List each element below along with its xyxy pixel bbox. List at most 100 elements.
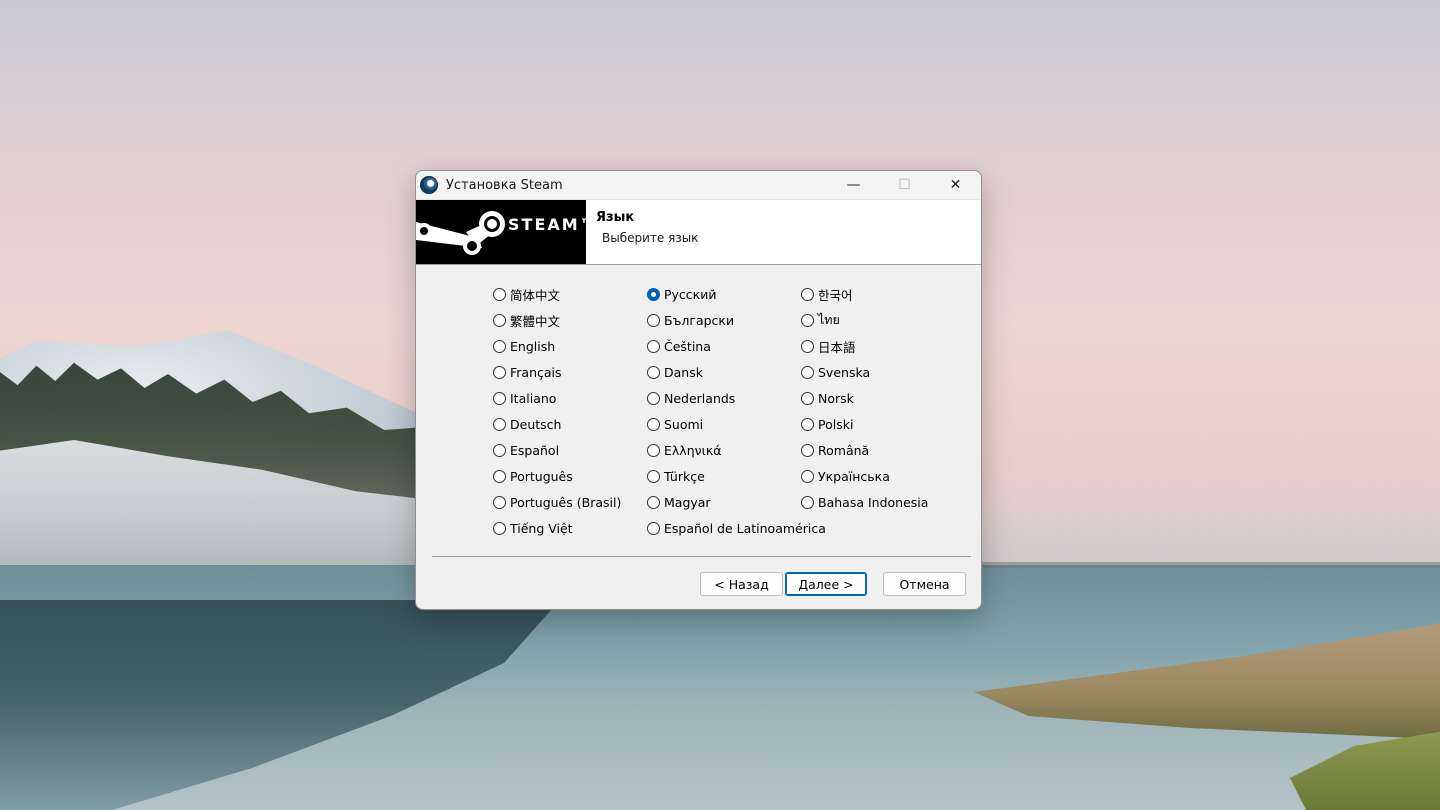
language-option[interactable]: Magyar bbox=[647, 489, 801, 515]
language-option[interactable]: Español de Latinoamérica bbox=[647, 515, 826, 541]
language-option[interactable]: Italiano bbox=[493, 385, 647, 411]
language-label: Українська bbox=[818, 468, 890, 484]
language-label: Suomi bbox=[664, 416, 704, 432]
radio-button[interactable] bbox=[647, 417, 660, 431]
radio-button[interactable] bbox=[493, 365, 506, 379]
logo-wordmark: STEAM™ bbox=[508, 215, 598, 234]
radio-button[interactable] bbox=[801, 365, 814, 379]
radio-button[interactable] bbox=[647, 391, 660, 405]
language-option[interactable]: 日本語 bbox=[801, 333, 953, 359]
steam-setup-window: Установка Steam — ☐ ✕ STEAM™ Язык Выбери… bbox=[415, 170, 982, 610]
radio-button[interactable] bbox=[801, 443, 814, 457]
language-label: Norsk bbox=[818, 390, 854, 406]
language-label: Dansk bbox=[664, 364, 703, 380]
language-option[interactable]: Українська bbox=[801, 463, 953, 489]
language-option[interactable]: Tiếng Việt bbox=[493, 515, 647, 541]
language-label: Русский bbox=[664, 286, 717, 302]
language-option[interactable]: Português (Brasil) bbox=[493, 489, 647, 515]
radio-button[interactable] bbox=[493, 469, 506, 483]
cancel-button[interactable]: Отмена bbox=[883, 572, 966, 596]
radio-button[interactable] bbox=[493, 313, 506, 327]
language-option[interactable]: Русский bbox=[647, 281, 801, 307]
language-label: Nederlands bbox=[664, 390, 736, 406]
language-option[interactable]: Български bbox=[647, 307, 801, 333]
language-label: Svenska bbox=[818, 364, 871, 380]
radio-button[interactable] bbox=[647, 469, 660, 483]
language-option[interactable]: Svenska bbox=[801, 359, 953, 385]
radio-button[interactable] bbox=[647, 339, 660, 353]
language-label: Português (Brasil) bbox=[510, 494, 622, 510]
language-option[interactable]: Bahasa Indonesia bbox=[801, 489, 953, 515]
language-option[interactable]: Nederlands bbox=[647, 385, 801, 411]
language-option[interactable]: Ελληνικά bbox=[647, 437, 801, 463]
language-option[interactable]: Polski bbox=[801, 411, 953, 437]
page-subtitle: Выберите язык bbox=[602, 231, 699, 245]
language-label: 繁體中文 bbox=[510, 313, 561, 329]
language-label: Ελληνικά bbox=[664, 442, 722, 458]
language-option[interactable]: Français bbox=[493, 359, 647, 385]
steam-icon bbox=[420, 176, 438, 194]
language-label: Română bbox=[818, 442, 870, 458]
language-label: Polski bbox=[818, 416, 854, 432]
language-option[interactable]: Norsk bbox=[801, 385, 953, 411]
language-option[interactable]: Română bbox=[801, 437, 953, 463]
language-option[interactable]: ไทย bbox=[801, 307, 953, 333]
language-option[interactable]: 简体中文 bbox=[493, 281, 647, 307]
language-label: English bbox=[510, 338, 556, 354]
language-label: Türkçe bbox=[664, 468, 705, 484]
language-option[interactable]: English bbox=[493, 333, 647, 359]
language-option[interactable]: Español bbox=[493, 437, 647, 463]
wizard-header: STEAM™ Язык Выберите язык bbox=[416, 199, 981, 265]
language-label: Español de Latinoamérica bbox=[664, 520, 826, 536]
radio-button[interactable] bbox=[647, 313, 660, 327]
language-option[interactable]: Türkçe bbox=[647, 463, 801, 489]
language-grid: 简体中文繁體中文 English Français Italiano Deutsch Es… bbox=[493, 281, 953, 541]
language-selection-area: 简体中文繁體中文 English Français Italiano Deutsch Es… bbox=[416, 265, 981, 536]
radio-button[interactable] bbox=[801, 469, 814, 483]
radio-button[interactable] bbox=[801, 417, 814, 431]
radio-button[interactable] bbox=[493, 339, 506, 353]
radio-button[interactable] bbox=[801, 495, 814, 509]
language-label: Italiano bbox=[510, 390, 557, 406]
next-button[interactable]: Далее > bbox=[785, 572, 867, 596]
radio-button[interactable] bbox=[647, 365, 660, 379]
language-label: Deutsch bbox=[510, 416, 562, 432]
radio-button[interactable] bbox=[647, 443, 660, 457]
minimize-button[interactable]: — bbox=[828, 171, 879, 199]
title-bar[interactable]: Установка Steam — ☐ ✕ bbox=[416, 171, 981, 199]
language-label: Tiếng Việt bbox=[510, 520, 573, 536]
radio-button[interactable] bbox=[493, 417, 506, 431]
language-label: Magyar bbox=[664, 494, 711, 510]
radio-button[interactable] bbox=[493, 391, 506, 405]
radio-button[interactable] bbox=[801, 391, 814, 405]
window-title: Установка Steam bbox=[446, 177, 563, 193]
divider bbox=[432, 556, 971, 557]
radio-button[interactable] bbox=[801, 339, 814, 353]
radio-button[interactable] bbox=[493, 287, 506, 301]
close-button[interactable]: ✕ bbox=[930, 171, 981, 199]
language-label: Français bbox=[510, 364, 562, 380]
language-option[interactable]: 한국어 bbox=[801, 281, 953, 307]
radio-button[interactable] bbox=[647, 287, 660, 301]
page-title: Язык bbox=[596, 210, 635, 225]
maximize-button[interactable]: ☐ bbox=[879, 171, 930, 199]
radio-button[interactable] bbox=[647, 521, 660, 535]
radio-button[interactable] bbox=[647, 495, 660, 509]
radio-button[interactable] bbox=[493, 495, 506, 509]
language-label: Español bbox=[510, 442, 560, 458]
language-option[interactable]: 繁體中文 bbox=[493, 307, 647, 333]
radio-button[interactable] bbox=[801, 287, 814, 301]
radio-button[interactable] bbox=[493, 521, 506, 535]
back-button[interactable]: < Назад bbox=[700, 572, 783, 596]
language-option[interactable]: Português bbox=[493, 463, 647, 489]
language-label: Português bbox=[510, 468, 573, 484]
window-controls: — ☐ ✕ bbox=[828, 171, 981, 199]
language-option[interactable]: Suomi bbox=[647, 411, 801, 437]
radio-button[interactable] bbox=[493, 443, 506, 457]
language-option[interactable]: Čeština bbox=[647, 333, 801, 359]
language-label: Bahasa Indonesia bbox=[818, 494, 929, 510]
radio-button[interactable] bbox=[801, 313, 814, 327]
language-option[interactable]: Dansk bbox=[647, 359, 801, 385]
language-option[interactable]: Deutsch bbox=[493, 411, 647, 437]
language-label: 日本語 bbox=[818, 339, 856, 355]
